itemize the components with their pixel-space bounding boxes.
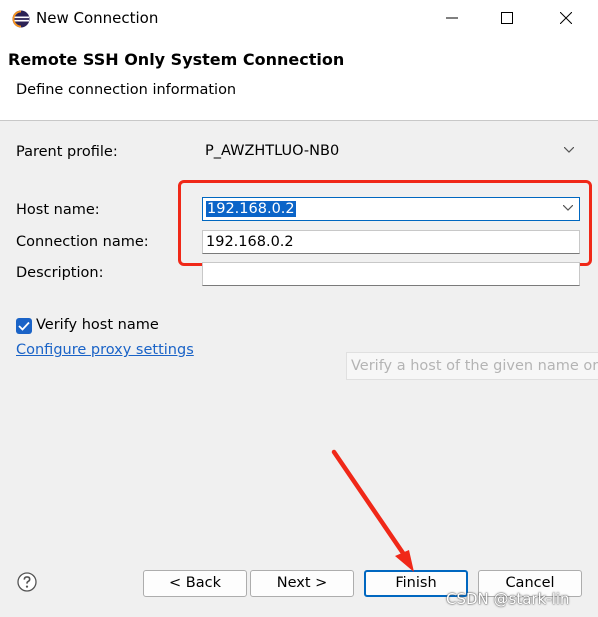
help-icon[interactable] [17, 572, 37, 592]
wizard-title: Remote SSH Only System Connection [8, 50, 345, 69]
highlight-box [178, 180, 592, 266]
maximize-icon [501, 12, 513, 24]
description-label: Description: [16, 265, 104, 281]
verify-host-checkbox[interactable] [16, 318, 32, 334]
description-input[interactable] [202, 262, 580, 286]
host-name-label: Host name: [16, 202, 100, 218]
parent-profile-select[interactable]: P_AWZHTLUO-NB0 [202, 140, 580, 164]
connection-name-label: Connection name: [16, 234, 149, 250]
back-button[interactable]: < Back [143, 570, 247, 597]
parent-profile-value: P_AWZHTLUO-NB0 [205, 143, 340, 159]
watermark: CSDN @stark-lin [446, 590, 570, 608]
next-button[interactable]: Next > [250, 570, 354, 597]
eclipse-app-icon [12, 10, 30, 28]
wizard-description: Define connection information [16, 82, 237, 98]
tooltip: Verify a host of the given name or [346, 352, 598, 380]
chevron-down-icon [564, 147, 574, 153]
minimize-icon [446, 17, 458, 19]
wizard-header: Remote SSH Only System Connection Define… [0, 38, 598, 121]
checkmark-icon [18, 321, 30, 331]
configure-proxy-link[interactable]: Configure proxy settings [16, 342, 194, 358]
close-icon [560, 12, 572, 24]
title-bar: New Connection [0, 0, 598, 38]
minimize-button[interactable] [439, 6, 465, 32]
window-title: New Connection [36, 9, 159, 27]
close-button[interactable] [553, 6, 579, 32]
verify-host-label: Verify host name [36, 317, 159, 333]
parent-profile-label: Parent profile: [16, 144, 118, 160]
maximize-button[interactable] [494, 6, 520, 32]
